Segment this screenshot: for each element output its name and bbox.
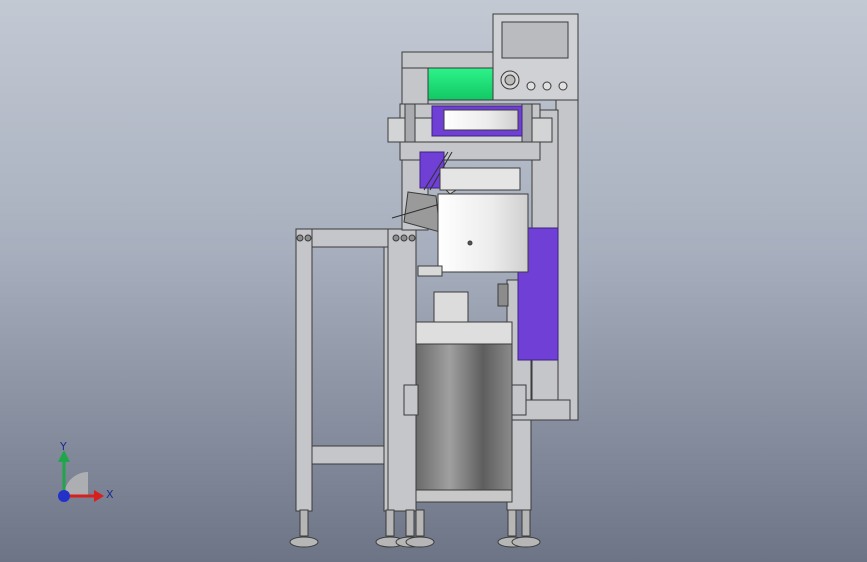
controller-box — [492, 13, 579, 101]
graphics-viewport[interactable]: X Y — [0, 0, 867, 562]
white-roller-upper — [443, 109, 519, 131]
z-axis-icon — [58, 490, 70, 502]
x-axis-label: X — [106, 488, 114, 501]
x-axis-arrow-icon — [94, 490, 104, 502]
coordinate-triad: X Y — [44, 440, 124, 510]
controller-screen — [501, 21, 569, 59]
green-roll — [427, 67, 495, 101]
controller-button — [526, 81, 536, 91]
controller-button — [558, 81, 568, 91]
drum-housing — [403, 321, 527, 503]
left-auxiliary-frame — [295, 228, 393, 512]
main-roller — [437, 193, 529, 273]
leveling-feet — [289, 509, 541, 548]
lower-feeder — [433, 291, 469, 327]
machine-model[interactable] — [0, 0, 867, 562]
y-axis-label: Y — [60, 440, 67, 453]
controller-button — [542, 81, 552, 91]
